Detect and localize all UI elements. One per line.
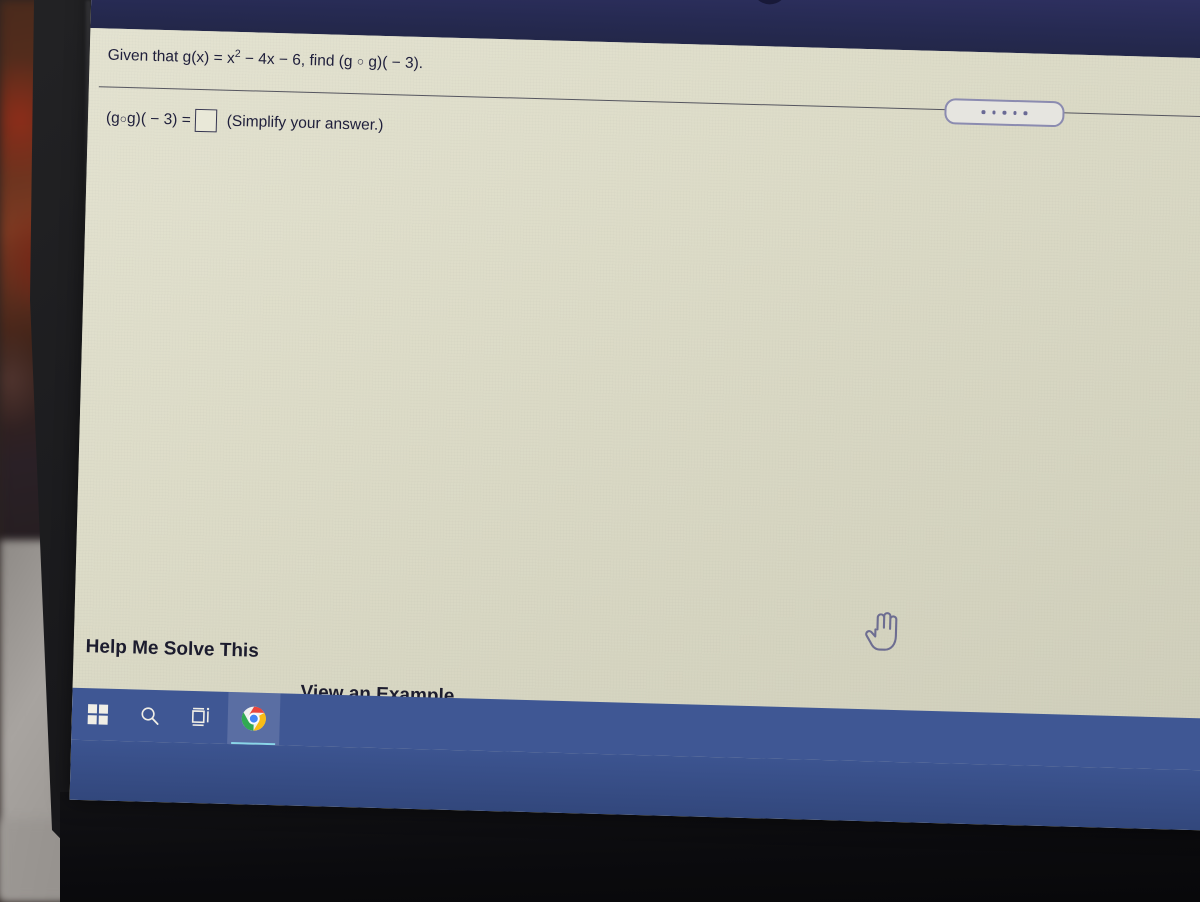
- task-view-button[interactable]: [175, 691, 228, 744]
- ellipsis-dot: [992, 111, 996, 115]
- chrome-taskbar-button[interactable]: [227, 692, 280, 745]
- ellipsis-dot: [982, 110, 986, 114]
- chevron-left-icon[interactable]: [751, 0, 788, 5]
- search-button[interactable]: [123, 689, 176, 742]
- search-icon: [140, 706, 161, 727]
- chrome-icon: [240, 705, 267, 732]
- answer-lhs-prefix: (g: [106, 109, 120, 127]
- pointing-hand-cursor: [864, 609, 903, 656]
- start-button[interactable]: [71, 688, 124, 741]
- help-me-solve-this-button[interactable]: Help Me Solve This: [85, 636, 259, 663]
- answer-input[interactable]: [194, 109, 217, 133]
- ellipsis-dot: [1024, 112, 1028, 116]
- taskbar-icon-group: [71, 688, 280, 746]
- prompt-prefix: Given that g(x) = x: [107, 47, 234, 67]
- answer-hint: (Simplify your answer.): [227, 112, 384, 134]
- task-view-icon: [191, 707, 214, 728]
- ellipsis-dot: [1013, 111, 1017, 115]
- prompt-middle: − 4x − 6, find (g: [240, 50, 357, 70]
- windows-logo-icon: [88, 704, 109, 725]
- ellipsis-dot: [1003, 111, 1007, 115]
- laptop-screen: Homework: Sec. 2.3 HW Question 5, 2.3.9 …: [70, 0, 1200, 831]
- question-title: Question 5, 2.3.9: [882, 0, 1049, 2]
- question-pane: Given that g(x) = x2 − 4x − 6, find (g ○…: [71, 28, 1200, 759]
- more-options-button[interactable]: [944, 98, 1065, 127]
- answer-row: (g ○ g)( − 3) = (Simplify your answer.): [106, 106, 384, 136]
- prompt-suffix: g)( − 3).: [364, 54, 423, 73]
- question-prompt: Given that g(x) = x2 − 4x − 6, find (g ○…: [107, 44, 423, 73]
- answer-lhs-suffix: g)( − 3) =: [127, 110, 191, 130]
